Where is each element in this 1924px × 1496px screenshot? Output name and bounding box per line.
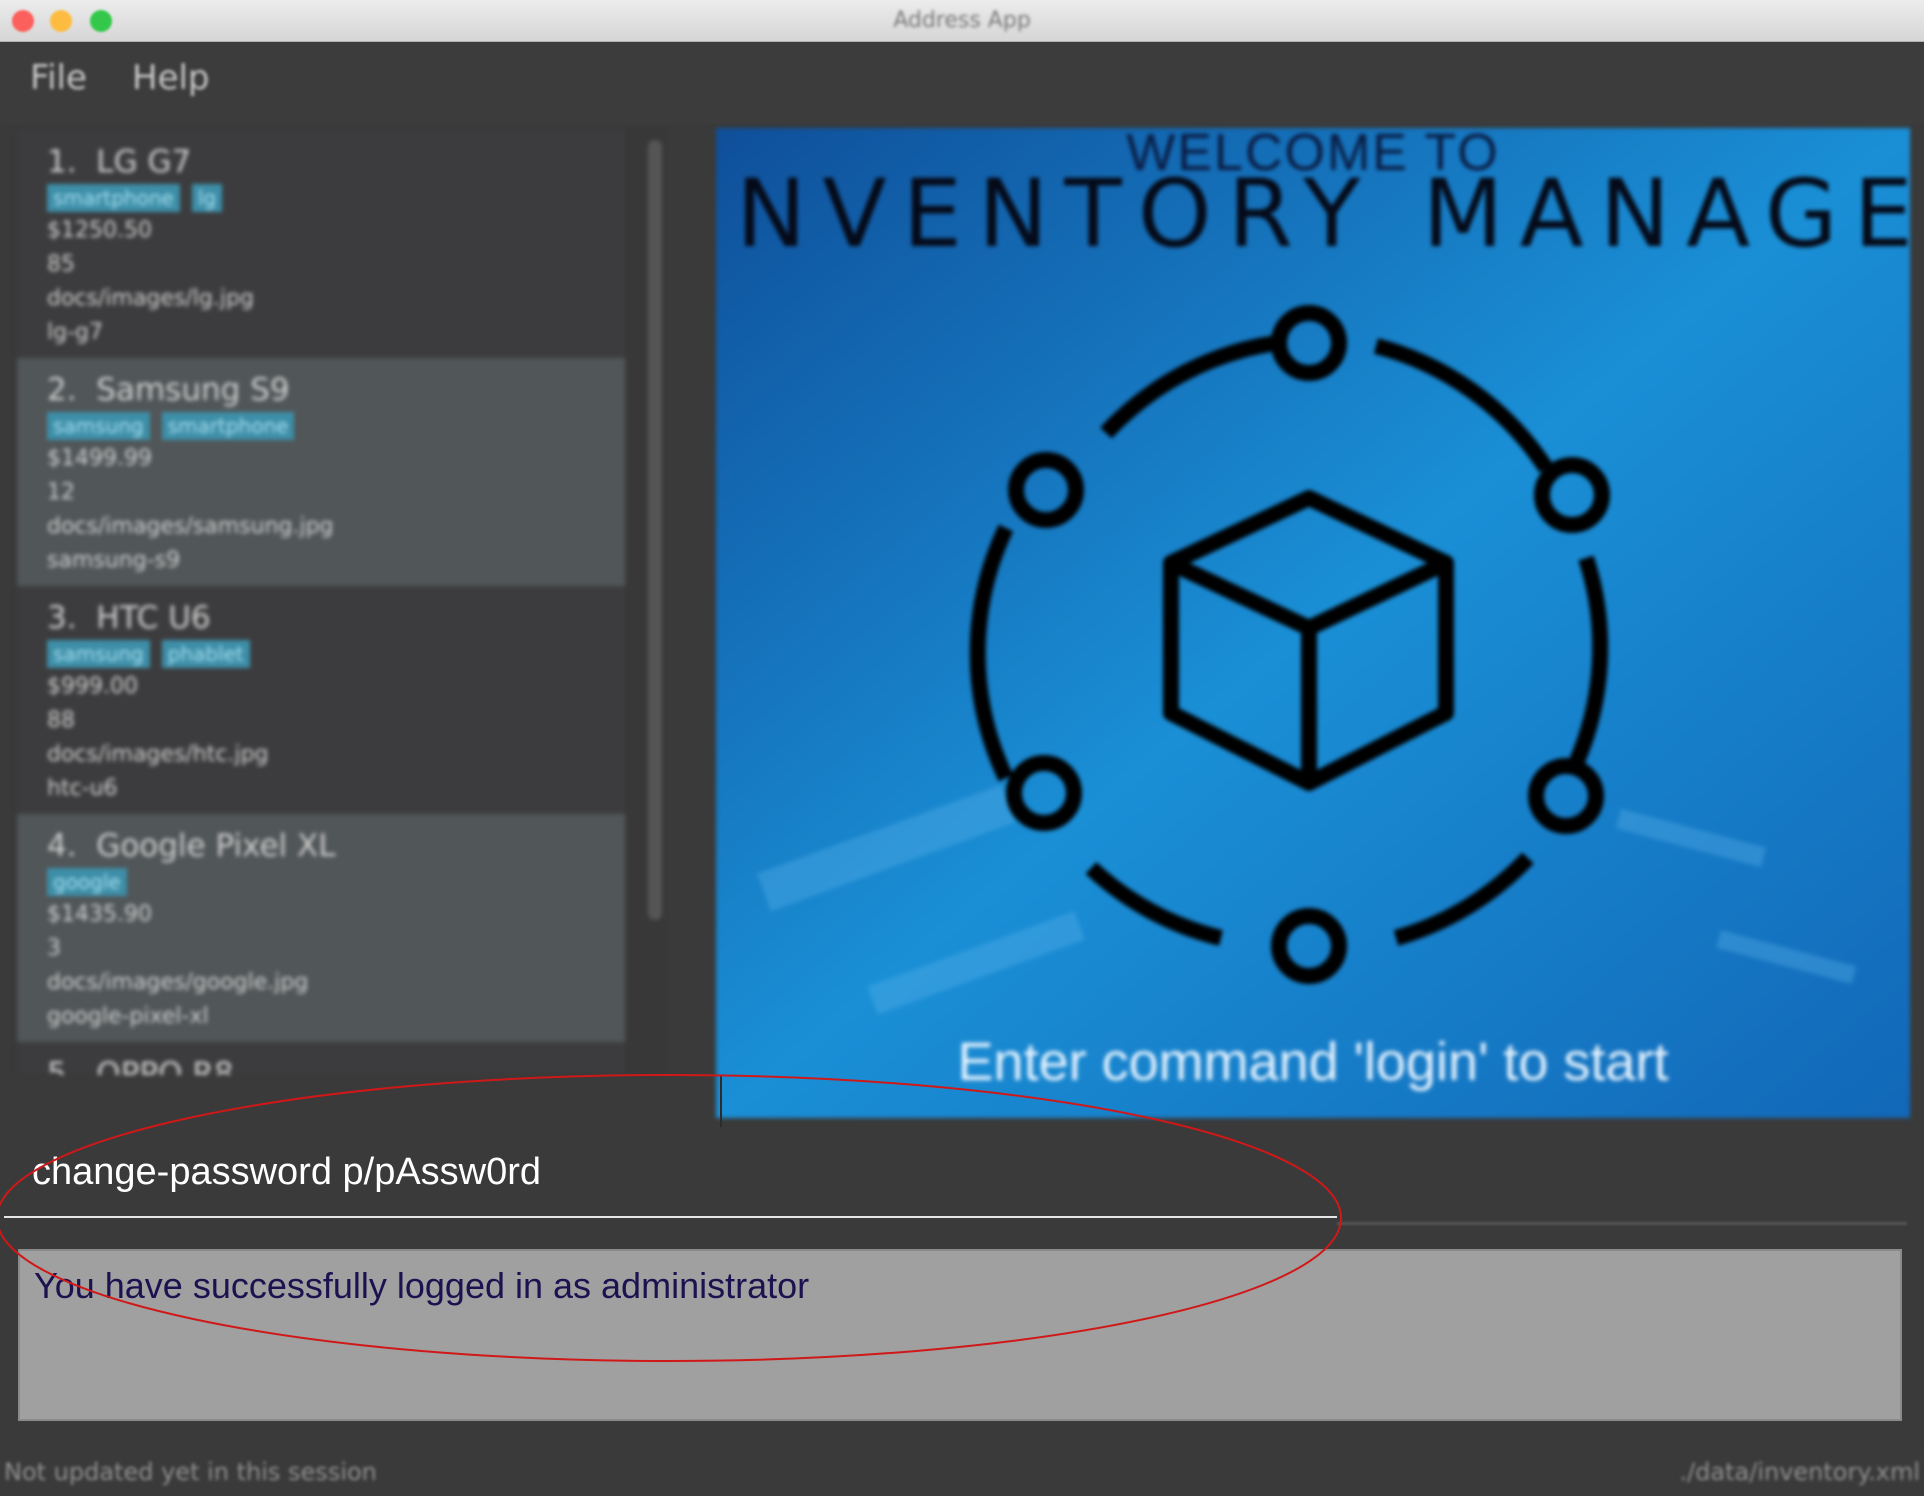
menu-help[interactable]: Help <box>132 58 210 98</box>
item-price: $999.00 <box>47 674 138 699</box>
list-item[interactable]: 2. Samsung S9 samsung smartphone $1499.99 12… <box>17 358 625 586</box>
welcome-banner: WELCOME TO NVENTORY MANAGER Enter comman… <box>716 124 1924 1118</box>
tag-badge: phablet <box>161 640 250 668</box>
item-sku: google-pixel-xl <box>47 1004 209 1029</box>
item-image: docs/images/htc.jpg <box>47 742 269 767</box>
item-quantity: 3 <box>47 936 61 961</box>
list-item[interactable]: 4. Google Pixel XL google $1435.90 3 docs/im… <box>17 814 625 1042</box>
item-sku: htc-u6 <box>47 776 118 801</box>
tag-badge: smartphone <box>161 412 295 440</box>
tag-badge: smartphone <box>47 184 180 212</box>
item-name: 1. LG G7 <box>47 144 192 180</box>
command-input[interactable] <box>4 1128 1337 1218</box>
tag-badge: samsung <box>47 640 150 668</box>
command-box <box>0 1128 1924 1220</box>
item-name: 3. HTC U6 <box>47 600 211 636</box>
title-bar: Address App <box>0 0 1924 42</box>
item-image: docs/images/google.jpg <box>47 970 309 995</box>
tag-badge: samsung <box>47 412 150 440</box>
item-image: docs/images/samsung.jpg <box>47 514 334 539</box>
hero-title: NVENTORY MANAGER <box>736 160 1910 269</box>
item-price: $1499.99 <box>47 446 152 471</box>
result-display: You have successfully logged in as admin… <box>18 1249 1902 1421</box>
item-image: docs/images/lg.jpg <box>47 286 254 311</box>
tag-badge: google <box>47 868 127 896</box>
list-item[interactable]: 3. HTC U6 samsung phablet $999.00 88 docs/ima… <box>17 586 625 814</box>
list-item[interactable]: 5. OPPO R8smartphoneoppo <box>17 1042 625 1075</box>
item-quantity: 88 <box>47 708 75 733</box>
sync-status: Not updated yet in this session <box>4 1458 377 1486</box>
list-item[interactable]: 1. LG G7 smartphone lg $1250.50 85 docs/image… <box>17 130 625 358</box>
menu-bar: File Help <box>0 42 1924 124</box>
command-underline <box>1337 1222 1907 1225</box>
list-scrollbar[interactable] <box>648 140 662 920</box>
item-list[interactable]: 5. OPPO R8smartphoneoppo4. Google Pixel … <box>15 130 665 1075</box>
item-name: 5. OPPO R8 <box>47 1056 234 1075</box>
panel-divider[interactable] <box>720 1075 722 1127</box>
menu-file[interactable]: File <box>30 58 87 98</box>
tag-badge: lg <box>191 184 223 212</box>
save-location: ./data/inventory.xml <box>1679 1458 1920 1486</box>
item-name: 4. Google Pixel XL <box>47 828 336 864</box>
window-title: Address App <box>893 8 1031 33</box>
item-price: $1435.90 <box>47 902 152 927</box>
item-sku: samsung-s9 <box>47 548 181 573</box>
item-quantity: 85 <box>47 252 75 277</box>
hero-prompt: Enter command 'login' to start <box>958 1032 1669 1092</box>
item-price: $1250.50 <box>47 218 152 243</box>
item-quantity: 12 <box>47 480 75 505</box>
item-name: 2. Samsung S9 <box>47 372 290 408</box>
item-sku: lg-g7 <box>47 320 103 345</box>
status-bar: Not updated yet in this session ./data/i… <box>0 1448 1924 1496</box>
